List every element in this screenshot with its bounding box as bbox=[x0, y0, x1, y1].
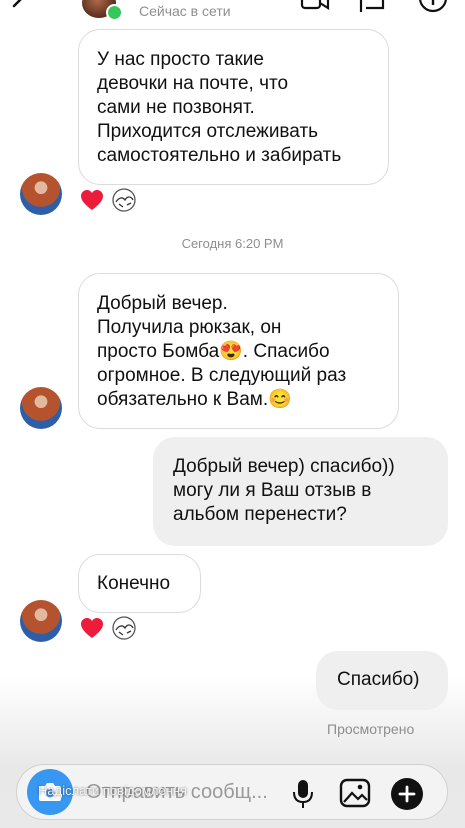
chat-header: Сейчас в сети bbox=[0, 0, 465, 28]
message-text: Добрый вечер. Получила рюкзак, он просто… bbox=[97, 293, 347, 410]
gallery-icon[interactable] bbox=[339, 778, 371, 808]
message-bubble-incoming[interactable]: Добрый вечер. Получила рюкзак, он просто… bbox=[78, 273, 399, 429]
message-text: Конечно bbox=[97, 573, 171, 594]
overlay-caption: Надіслати повідомлення bbox=[38, 783, 187, 798]
message-bubble-incoming[interactable]: У нас просто такие девочки на почте, что… bbox=[78, 29, 389, 185]
online-indicator bbox=[106, 4, 123, 21]
message-bubble-outgoing[interactable]: Добрый вечер) спасибо)) могу ли я Ваш от… bbox=[153, 437, 448, 546]
seen-label: Просмотрено bbox=[327, 721, 415, 737]
plus-button[interactable] bbox=[391, 778, 423, 810]
flag-icon[interactable] bbox=[358, 0, 386, 16]
message-bubble-outgoing[interactable]: Спасибо) bbox=[316, 651, 448, 710]
plus-icon bbox=[398, 785, 416, 803]
message-text: Добрый вечер) спасибо)) могу ли я Ваш от… bbox=[173, 456, 395, 525]
video-call-icon[interactable] bbox=[300, 0, 330, 14]
sender-avatar[interactable] bbox=[20, 173, 62, 215]
contact-status: Сейчас в сети bbox=[139, 3, 231, 19]
back-icon[interactable] bbox=[6, 0, 32, 18]
heart-reaction-icon[interactable] bbox=[80, 617, 104, 639]
sticker-reaction-icon[interactable] bbox=[111, 616, 137, 640]
timestamp: Сегодня 6:20 PM bbox=[181, 236, 284, 251]
message-text: Спасибо) bbox=[337, 669, 420, 690]
message-bubble-incoming[interactable]: Конечно bbox=[78, 554, 201, 613]
sender-avatar[interactable] bbox=[20, 387, 62, 429]
sender-avatar[interactable] bbox=[20, 600, 62, 642]
message-text: У нас просто такие девочки на почте, что… bbox=[97, 49, 342, 166]
microphone-icon[interactable] bbox=[290, 778, 316, 810]
sticker-reaction-icon[interactable] bbox=[111, 188, 137, 212]
heart-reaction-icon[interactable] bbox=[80, 189, 104, 211]
info-icon[interactable] bbox=[418, 0, 448, 16]
